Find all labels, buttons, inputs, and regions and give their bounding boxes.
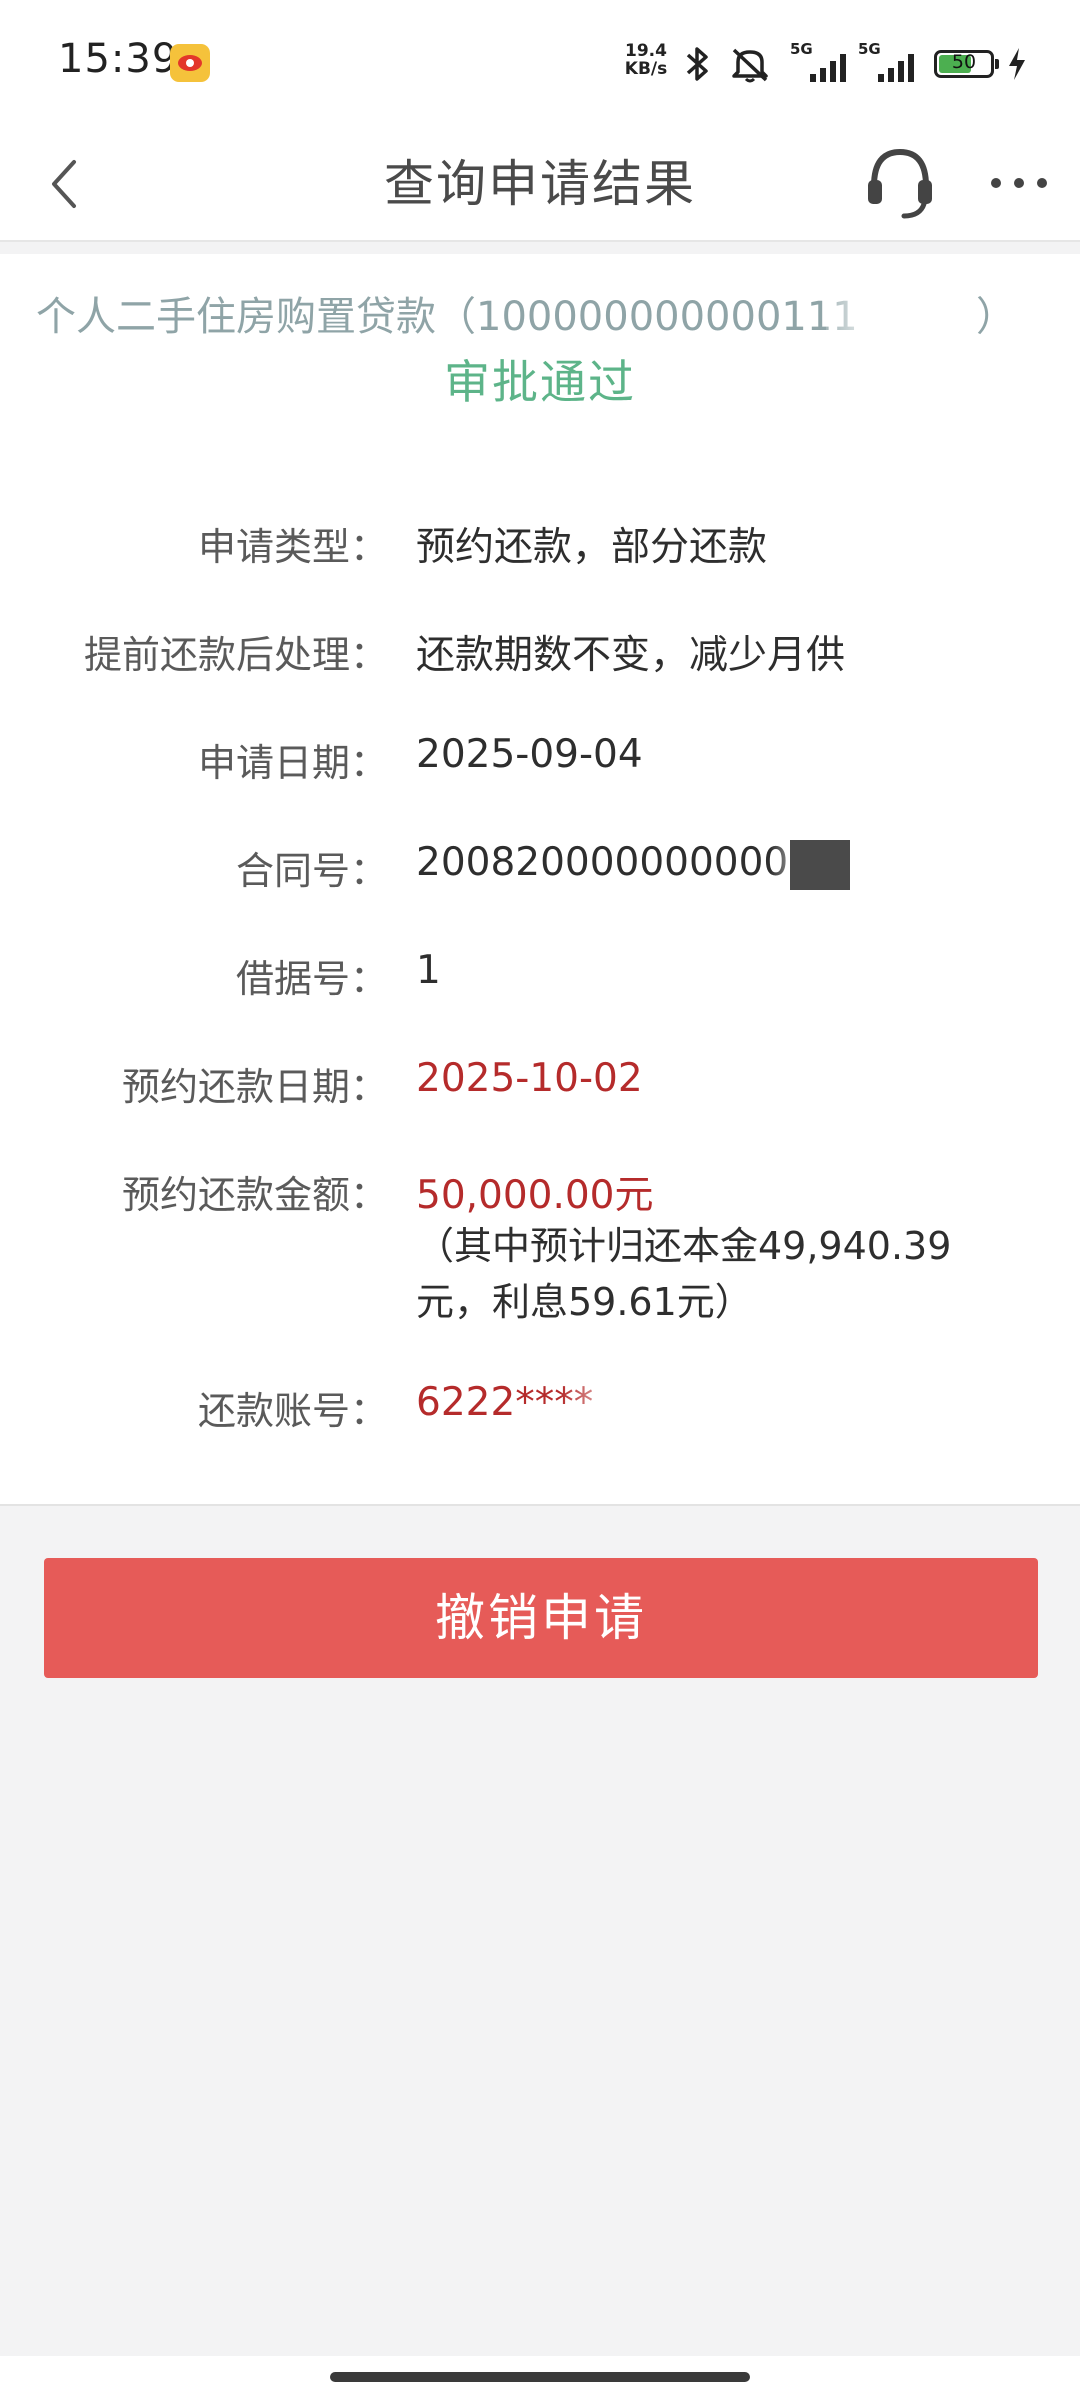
battery-icon: 50 [934, 50, 999, 78]
nav-bar: 查询申请结果 [0, 128, 1080, 242]
status-bar: 15:39 19.4 KB/s 5G 5G 50 [0, 0, 1080, 128]
redaction-fade [560, 1376, 820, 1436]
net-speed-value: 19.4 [625, 41, 667, 61]
net-speed-unit: KB/s [624, 59, 668, 79]
detail-label: 申请日期： [197, 741, 388, 785]
more-dots-icon[interactable] [984, 158, 1054, 208]
cancel-application-button[interactable]: 撤销申请 [44, 1558, 1038, 1678]
net-speed: 19.4 KB/s [620, 42, 672, 78]
signal-icon [810, 54, 846, 82]
detail-value: 2025-10-02 [416, 1056, 643, 1101]
weibo-icon [170, 44, 210, 82]
bluetooth-icon [686, 47, 708, 81]
charging-icon [1009, 48, 1025, 80]
signal-icon [878, 54, 914, 82]
detail-label: 借据号： [235, 957, 388, 1001]
headset-icon[interactable] [860, 138, 940, 228]
loan-title: 个人二手住房购置贷款（100000000000111 ） [36, 284, 1066, 342]
redaction-block [790, 840, 850, 890]
detail-value: 1 [416, 948, 441, 993]
detail-value: 预约还款，部分还款 [416, 525, 768, 570]
result-card: 个人二手住房购置贷款（100000000000111 ） 审批通过 申请类型： 预… [0, 254, 1080, 1506]
detail-label: 还款账号： [197, 1389, 388, 1433]
detail-label: 提前还款后处理： [83, 633, 388, 677]
home-indicator[interactable] [330, 2372, 750, 2382]
repayment-breakdown-note: （其中预计归还本金49,940.39元，利息59.61元） [416, 1224, 952, 1324]
signal-1: 5G [790, 40, 856, 82]
loan-title-end: ） [976, 294, 1016, 340]
battery-level: 50 [951, 51, 977, 73]
status-time: 15:39 [58, 36, 179, 82]
detail-label: 预约还款金额： [121, 1173, 388, 1217]
signal-2: 5G [858, 40, 924, 82]
loan-title-text: 个人二手住房购置贷款（100000000000111 [36, 294, 858, 340]
detail-value: 50,000.00元 [416, 1173, 654, 1218]
approval-status: 审批通过 [444, 355, 636, 409]
detail-value: 200820000000000 [416, 840, 789, 885]
detail-value: 2025-09-04 [416, 732, 643, 777]
mute-icon [732, 48, 768, 83]
detail-label: 申请类型： [197, 525, 388, 569]
detail-value: 还款期数不变，减少月供 [416, 633, 846, 678]
detail-label: 合同号： [235, 849, 388, 893]
detail-label: 预约还款日期： [121, 1065, 388, 1109]
